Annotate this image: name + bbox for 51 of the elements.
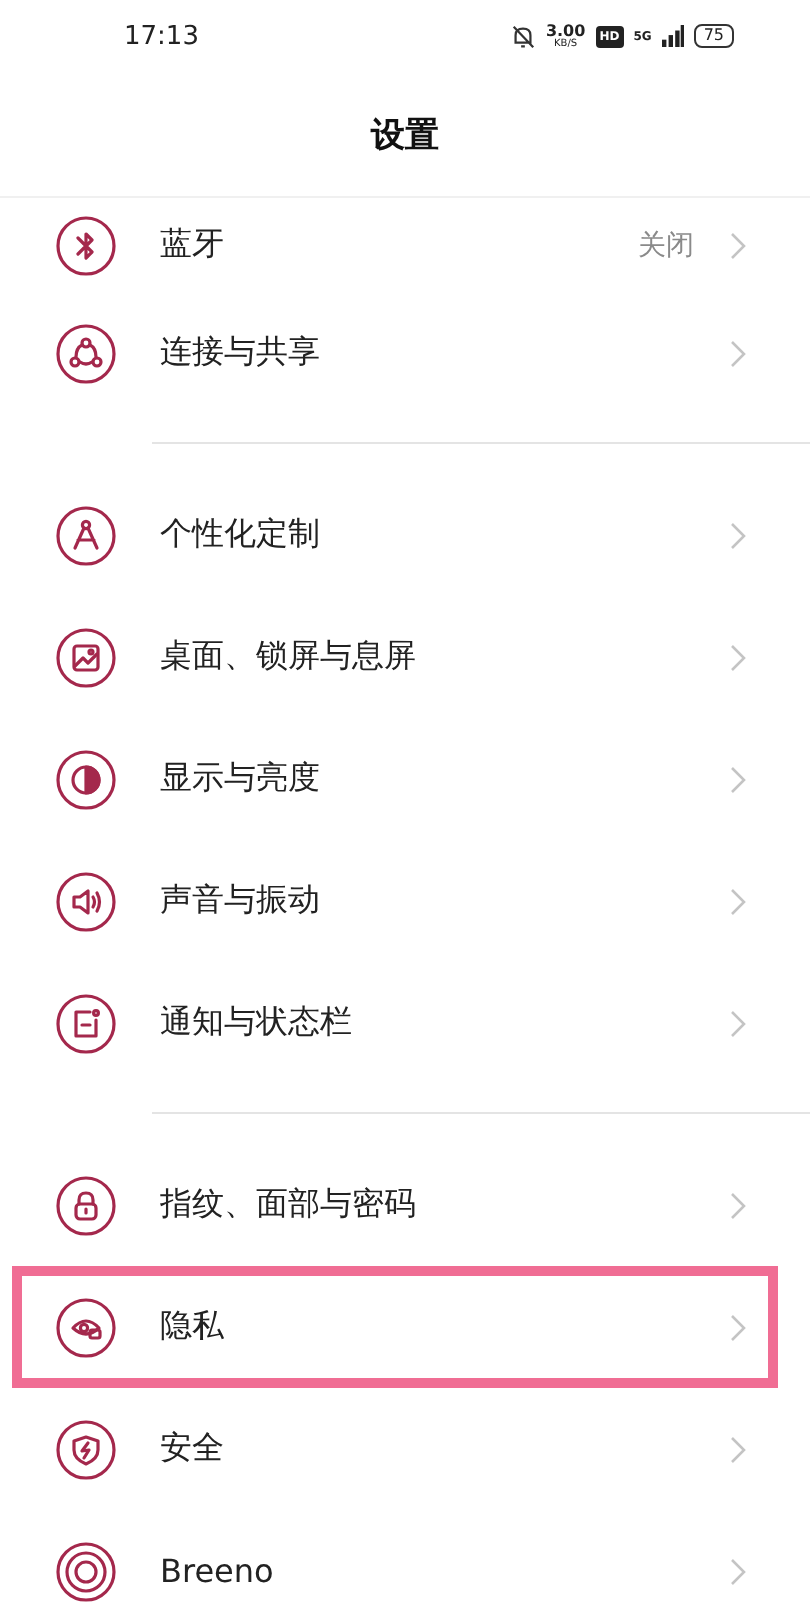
item-label: 蓝牙 bbox=[160, 224, 226, 266]
network-speed: 3.00 bbox=[545, 23, 586, 39]
chevron-right-icon bbox=[730, 1557, 746, 1585]
item-label: 安全 bbox=[160, 1428, 226, 1470]
item-label: 显示与亮度 bbox=[160, 758, 322, 800]
settings-item[interactable]: 安全 bbox=[0, 1388, 810, 1510]
shield-icon bbox=[56, 1419, 116, 1479]
signal-icon bbox=[661, 24, 684, 48]
item-label: 连接与共享 bbox=[160, 332, 322, 374]
contrast-icon bbox=[56, 749, 116, 809]
item-label: 隐私 bbox=[160, 1306, 226, 1348]
chevron-right-icon bbox=[730, 1009, 746, 1037]
compass-icon bbox=[56, 505, 116, 565]
item-label: 指纹、面部与密码 bbox=[160, 1184, 418, 1226]
rings-icon bbox=[56, 1541, 116, 1601]
item-label: Breeno bbox=[160, 1552, 276, 1590]
settings-item[interactable]: 显示与亮度 bbox=[0, 718, 810, 840]
settings-item[interactable]: 通知与状态栏 bbox=[0, 962, 810, 1084]
lock-icon bbox=[56, 1175, 116, 1235]
item-label: 桌面、锁屏与息屏 bbox=[160, 636, 418, 678]
item-label: 通知与状态栏 bbox=[160, 1002, 354, 1044]
settings-item[interactable]: 个性化定制 bbox=[0, 474, 810, 596]
chevron-right-icon bbox=[730, 1191, 746, 1219]
settings-item[interactable]: 隐私 bbox=[12, 1266, 778, 1388]
muted-bell-icon bbox=[509, 23, 536, 49]
page-title: 设置 bbox=[371, 113, 439, 157]
battery-indicator: 75 bbox=[693, 24, 734, 48]
chevron-right-icon bbox=[730, 1313, 746, 1341]
image-icon bbox=[56, 627, 116, 687]
settings-item[interactable]: 声音与振动 bbox=[0, 840, 810, 962]
item-label: 个性化定制 bbox=[160, 514, 322, 556]
chevron-right-icon bbox=[730, 231, 746, 259]
notification-icon bbox=[56, 993, 116, 1053]
settings-item[interactable]: 指纹、面部与密码 bbox=[0, 1144, 810, 1266]
settings-item[interactable]: 蓝牙 关闭 bbox=[0, 198, 810, 292]
status-time: 17:13 bbox=[124, 21, 199, 51]
item-label: 声音与振动 bbox=[160, 880, 322, 922]
settings-item[interactable]: 连接与共享 bbox=[0, 292, 810, 414]
settings-item[interactable]: 桌面、锁屏与息屏 bbox=[0, 596, 810, 718]
chevron-right-icon bbox=[730, 521, 746, 549]
speaker-icon bbox=[56, 871, 116, 931]
chevron-right-icon bbox=[730, 1435, 746, 1463]
chevron-right-icon bbox=[730, 765, 746, 793]
chevron-right-icon bbox=[730, 339, 746, 367]
eye-lock-icon bbox=[56, 1297, 116, 1357]
item-value: 关闭 bbox=[638, 227, 694, 263]
bluetooth-icon bbox=[56, 215, 116, 275]
chevron-right-icon bbox=[730, 643, 746, 671]
share-icon bbox=[56, 323, 116, 383]
chevron-right-icon bbox=[730, 887, 746, 915]
settings-item[interactable]: Breeno bbox=[0, 1510, 810, 1608]
